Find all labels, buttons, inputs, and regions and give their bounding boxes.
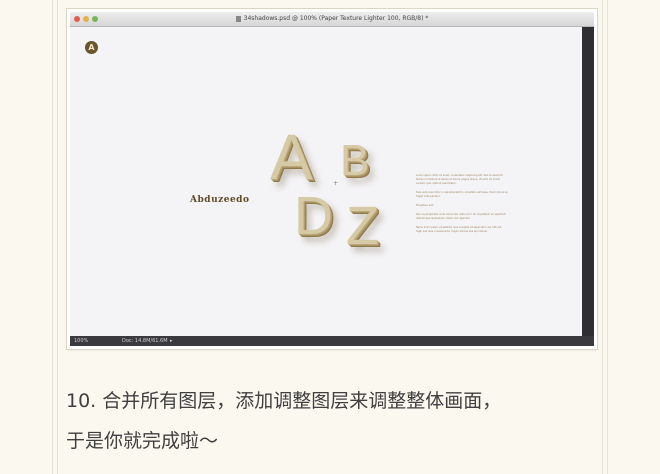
caption-line-1: 10. 合并所有图层，添加调整图层来调整整体画面， bbox=[66, 390, 502, 412]
caption-line-2: 于是你就完成啦～ bbox=[66, 430, 219, 452]
document-size: Doc: 14.8M/61.6M bbox=[122, 338, 168, 344]
body-paragraph: Lorem ipsum dolor sit amet, consectetur … bbox=[416, 174, 503, 185]
logo-badge: A bbox=[85, 41, 98, 54]
letter-d: D bbox=[294, 186, 333, 246]
page-border-left-inner bbox=[57, 0, 58, 474]
vertical-scrollbar[interactable] bbox=[582, 27, 594, 337]
document-icon bbox=[235, 15, 241, 22]
window-titlebar: 34shadows.psd @ 100% (Paper Texture Ligh… bbox=[70, 12, 594, 27]
body-paragraph: Sed ut perspiciatis unde omnis iste natu… bbox=[416, 213, 507, 220]
letter-b: B bbox=[340, 136, 370, 185]
window-title: 34shadows.psd @ 100% (Paper Texture Ligh… bbox=[243, 15, 429, 22]
zoom-level[interactable]: 100% bbox=[74, 336, 88, 346]
body-paragraph: Nemo enim ipsam voluptatem quia voluptas… bbox=[416, 226, 502, 233]
body-paragraph: Duis aute irure dolor in reprehenderit i… bbox=[416, 191, 508, 198]
body-text-block: Lorem ipsum dolor sit amet, consectetur … bbox=[416, 174, 508, 239]
page-border-left-outer bbox=[52, 0, 53, 474]
letter-z: Z bbox=[346, 196, 379, 256]
status-bar: 100% Doc: 14.8M/61.6M ▸ bbox=[70, 336, 594, 346]
body-paragraph: Excepteur sint. bbox=[416, 204, 434, 207]
brand-name: Abduzeedo bbox=[190, 195, 250, 205]
window-controls bbox=[74, 16, 98, 22]
photoshop-screenshot: 34shadows.psd @ 100% (Paper Texture Ligh… bbox=[66, 8, 598, 350]
minimize-window-button[interactable] bbox=[83, 16, 89, 22]
close-window-button[interactable] bbox=[74, 16, 80, 22]
step-caption: 10. 合并所有图层，添加调整图层来调整整体画面， 于是你就完成啦～ bbox=[66, 381, 626, 461]
status-menu-arrow-icon[interactable]: ▸ bbox=[170, 336, 173, 346]
zoom-window-button[interactable] bbox=[92, 16, 98, 22]
letter-a: A bbox=[270, 121, 313, 193]
document-canvas[interactable]: A Abduzeedo A B D Z + Lorem ipsum dolor … bbox=[70, 27, 582, 337]
crosshair-icon: + bbox=[333, 180, 339, 187]
